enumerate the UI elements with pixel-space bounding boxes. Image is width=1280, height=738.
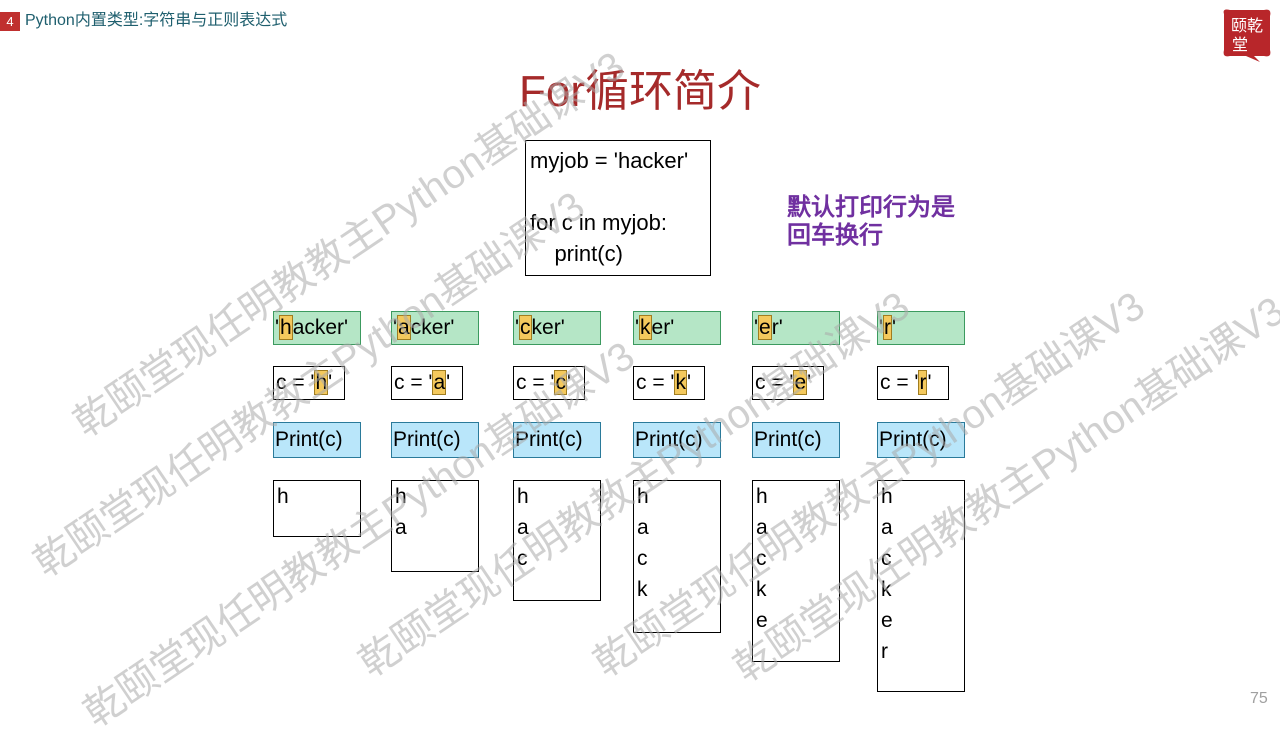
current-char-highlight: h	[279, 315, 293, 340]
assign-suffix: '	[566, 371, 571, 394]
output-line: a	[517, 516, 529, 539]
page-number: 75	[1250, 690, 1268, 707]
assign-prefix: c = '	[516, 371, 555, 394]
assignment-box: c = 'e'	[752, 366, 824, 400]
output-line: r	[881, 640, 888, 663]
chapter-title: Python内置类型:字符串与正则表达式	[25, 12, 288, 29]
assign-suffix: '	[686, 371, 691, 394]
note-line-2: 回车换行	[787, 220, 883, 249]
output-box: hack	[633, 480, 721, 633]
remaining-chars: ker'	[531, 316, 565, 339]
assignment-box: c = 'k'	[633, 366, 705, 400]
output-line: a	[637, 516, 649, 539]
assign-prefix: c = '	[394, 371, 433, 394]
code-block: myjob = 'hacker' for c in myjob: print(c…	[525, 140, 711, 276]
remaining-chars: er'	[651, 316, 675, 339]
output-line: h	[637, 485, 649, 508]
output-box: hacker	[877, 480, 965, 692]
output-line: c	[637, 547, 648, 570]
assignment-box: c = 'r'	[877, 366, 949, 400]
svg-text:颐乾: 颐乾	[1231, 16, 1263, 35]
assignment-box: c = 'h'	[273, 366, 345, 400]
svg-text:堂: 堂	[1232, 35, 1248, 54]
output-box: hacke	[752, 480, 840, 662]
output-box: ha	[391, 480, 479, 572]
slide-title: For循环简介	[519, 67, 761, 116]
output-line: h	[881, 485, 893, 508]
output-box: h	[273, 480, 361, 537]
assigned-char-highlight: a	[432, 370, 447, 395]
assign-suffix: '	[927, 371, 932, 394]
output-line: a	[395, 516, 407, 539]
output-line: k	[637, 578, 648, 601]
assign-prefix: c = '	[276, 371, 315, 394]
assignment-box: c = 'c'	[513, 366, 585, 400]
remaining-chars: cker'	[410, 316, 455, 339]
output-line: k	[881, 578, 892, 601]
current-char-highlight: r	[883, 315, 893, 340]
assign-prefix: c = '	[880, 371, 919, 394]
current-char-highlight: e	[758, 315, 772, 340]
print-call-box: Print(c)	[633, 422, 721, 458]
output-line: e	[881, 609, 893, 632]
output-line: h	[517, 485, 529, 508]
remaining-string-box: 'ker'	[633, 311, 721, 345]
assigned-char-highlight: e	[793, 370, 808, 395]
print-call-box: Print(c)	[513, 422, 601, 458]
remaining-chars: r'	[771, 316, 783, 339]
print-call-box: Print(c)	[273, 422, 361, 458]
remaining-string-box: 'r'	[877, 311, 965, 345]
assign-suffix: '	[446, 371, 451, 394]
output-line: c	[756, 547, 767, 570]
assign-prefix: c = '	[636, 371, 675, 394]
remaining-chars: '	[892, 316, 897, 339]
assigned-char-highlight: h	[314, 370, 329, 395]
print-call-box: Print(c)	[752, 422, 840, 458]
assign-suffix: '	[328, 371, 333, 394]
assignment-box: c = 'a'	[391, 366, 463, 400]
logo: 颐乾 堂	[1220, 6, 1274, 64]
output-line: k	[756, 578, 767, 601]
assign-suffix: '	[807, 371, 812, 394]
print-call-box: Print(c)	[877, 422, 965, 458]
output-line: h	[756, 485, 768, 508]
output-line: h	[395, 485, 407, 508]
assign-prefix: c = '	[755, 371, 794, 394]
current-char-highlight: k	[639, 315, 652, 340]
output-line: a	[756, 516, 768, 539]
chapter-number-badge: 4	[0, 12, 20, 31]
assigned-char-highlight: k	[674, 370, 687, 395]
current-char-highlight: a	[397, 315, 411, 340]
output-line: e	[756, 609, 768, 632]
remaining-string-box: 'hacker'	[273, 311, 361, 345]
print-call-box: Print(c)	[391, 422, 479, 458]
note-text: 默认打印行为是 回车换行	[787, 193, 955, 249]
current-char-highlight: c	[519, 315, 532, 340]
note-line-1: 默认打印行为是	[787, 192, 955, 221]
output-line: h	[277, 485, 289, 508]
output-box: hac	[513, 480, 601, 601]
remaining-chars: acker'	[292, 316, 349, 339]
assigned-char-highlight: c	[554, 370, 567, 395]
remaining-string-box: 'cker'	[513, 311, 601, 345]
output-line: c	[517, 547, 528, 570]
output-line: c	[881, 547, 892, 570]
remaining-string-box: 'er'	[752, 311, 840, 345]
output-line: a	[881, 516, 893, 539]
remaining-string-box: 'acker'	[391, 311, 479, 345]
